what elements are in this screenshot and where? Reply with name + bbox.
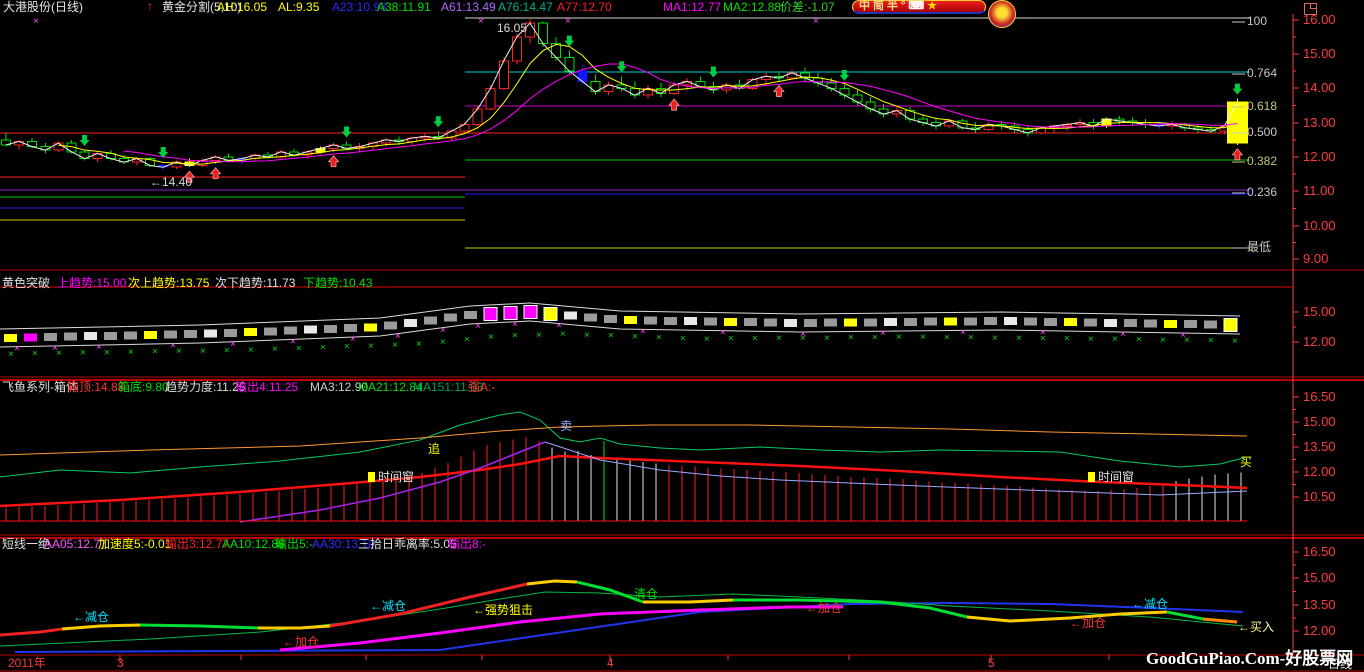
signal-annotation: ←加仓 <box>1070 616 1107 630</box>
fib-label: 0.500 <box>1247 125 1278 139</box>
price-scale-label: 13.00 <box>1303 115 1336 130</box>
panel-header-field: 输出8:- <box>448 537 487 551</box>
price-scale-label: 10.50 <box>1303 489 1336 504</box>
signal-annotation: ←加仓 <box>806 601 843 615</box>
header-field: 价差:-1.07 <box>780 0 835 14</box>
panel-header-field: 次上趋势:13.75 <box>128 276 210 290</box>
axis-date-label: 4 <box>607 656 614 670</box>
panel-header-field: 箱顶:14.88 <box>67 380 125 394</box>
panel-header-field: 输出4:11.25 <box>235 380 299 394</box>
time-window-marker <box>1088 472 1095 482</box>
fib-label: 0.236 <box>1247 185 1278 199</box>
signal-annotation: ←减仓 <box>370 599 407 613</box>
panel-header-field: 强A:- <box>468 380 496 394</box>
stock-title: 大港股份(日线) <box>3 0 83 14</box>
chart-annotation: 16.05 <box>497 21 528 35</box>
ime-part-1[interactable]: 简 <box>873 1 884 12</box>
chart-annotation: 买 <box>1240 455 1253 469</box>
signal-annotation: ←强势狙击 <box>473 603 534 617</box>
axis-date-label: 3 <box>117 656 124 670</box>
price-scale-label: 15.00 <box>1303 46 1336 61</box>
price-scale-label: 11.00 <box>1303 183 1335 198</box>
header-field: MA1:12.77 <box>663 0 722 14</box>
panel-header-field: 三拾日乖离率:5.05 <box>358 537 457 551</box>
price-scale-label: 15.00 <box>1303 414 1336 429</box>
header-field: A38:11.91 <box>377 0 431 14</box>
axis-date-label: 5 <box>988 656 995 670</box>
signal-annotation: ←买入 <box>1238 620 1275 634</box>
time-window-marker <box>368 472 375 482</box>
panel-header-field: 输出5:- <box>275 537 314 551</box>
panel-header-field: 趋势力度:11.25 <box>165 380 246 394</box>
overlay-layer: 大港股份(日线) ↑ 黄金分割(5,10) 2011年 日线 GoodGuPia… <box>0 0 1364 672</box>
price-scale-label: 13.50 <box>1303 439 1336 454</box>
ime-toolbar[interactable]: 中简半 ° ⌨ ★ <box>852 0 986 14</box>
header-field: A76:14.47 <box>498 0 553 14</box>
price-scale-label: 12.00 <box>1303 149 1336 164</box>
signal-annotation: ←加仓 <box>283 635 320 649</box>
chart-annotation: ←14.40 <box>150 175 193 189</box>
panel-header-field: 下趋势:10.43 <box>303 276 373 290</box>
price-scale-label: 16.50 <box>1303 544 1336 559</box>
ime-part-2[interactable]: 半 <box>887 1 898 12</box>
chart-annotation: 时间窗 <box>378 470 415 484</box>
price-scale-label: 16.50 <box>1303 389 1336 404</box>
watermark: GoodGuPiao.Com-好股票网 <box>1146 649 1354 668</box>
up-arrow-icon: ↑ <box>147 0 153 13</box>
header-field: A77:12.70 <box>557 0 612 14</box>
ime-part-4[interactable]: ⌨ <box>908 1 924 12</box>
price-scale-label: 14.00 <box>1303 80 1336 95</box>
price-scale-label: 15.00 <box>1303 570 1336 585</box>
fib-label: 100 <box>1247 14 1268 28</box>
price-scale-label: 15.00 <box>1303 304 1336 319</box>
chart-annotation: 追 <box>428 442 441 456</box>
price-scale-label: 9.00 <box>1303 251 1329 266</box>
signal-annotation: ←减仓 <box>1132 597 1169 611</box>
crest-logo-icon <box>988 0 1016 28</box>
fib-label: 0.618 <box>1247 99 1278 113</box>
float-window-icon[interactable] <box>1304 3 1317 15</box>
ime-part-5[interactable]: ★ <box>927 1 937 12</box>
panel-header-field: 黄色突破 <box>2 276 51 290</box>
app-root: × × × × × × × × × × × × × × × × × × × × × × × × × × × × × × × × × × × × × × × ×… <box>0 0 1364 672</box>
panel-header-field: 加速度5:-0.01 <box>98 537 172 551</box>
header-field: AL:9.35 <box>278 0 320 14</box>
header-field: AH:16.05 <box>217 0 268 14</box>
fib-label: 0.382 <box>1247 154 1278 168</box>
panel-header-field: 箱底:9.80 <box>118 380 169 394</box>
fib-label: 最低 <box>1247 240 1272 254</box>
panel-header-field: 上趋势:15.00 <box>57 276 127 290</box>
fib-label: 0.764 <box>1247 66 1278 80</box>
price-scale-label: 12.00 <box>1303 334 1336 349</box>
header-field: A61:13.49 <box>441 0 496 14</box>
panel-header-field: 输出3:12.77 <box>165 537 230 551</box>
signal-annotation: ←减仓 <box>73 610 110 624</box>
price-scale-label: 13.50 <box>1303 597 1336 612</box>
signal-annotation: ←清仓 <box>622 587 659 601</box>
chart-annotation: 时间窗 <box>1098 470 1135 484</box>
panel-header-field: 短线一绝 <box>2 537 51 551</box>
chart-annotation: 卖 <box>560 419 573 433</box>
price-scale-label: 10.00 <box>1303 218 1336 233</box>
header-field: MA2:12.88 <box>723 0 782 14</box>
ime-part-3[interactable]: ° <box>901 1 905 12</box>
ime-part-0[interactable]: 中 <box>859 1 870 12</box>
panel-header-field: 次下趋势:11.73 <box>215 276 296 290</box>
price-scale-label: 12.00 <box>1303 464 1336 479</box>
price-scale-label: 12.00 <box>1303 623 1336 638</box>
axis-year-label: 2011年 <box>8 656 46 670</box>
